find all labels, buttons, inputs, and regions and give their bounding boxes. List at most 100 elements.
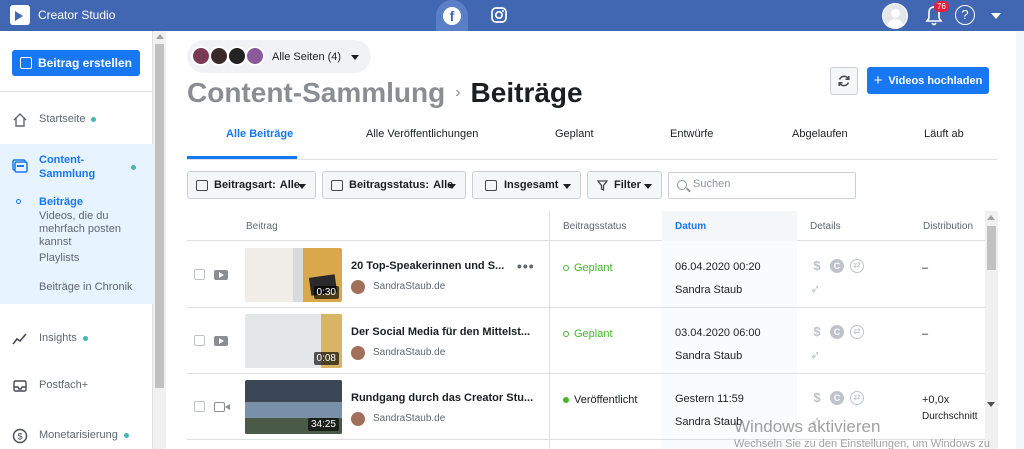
post-author: Sandra Staub (675, 284, 743, 296)
scroll-up-arrow-icon[interactable] (987, 215, 995, 220)
page-avatar (351, 280, 365, 294)
subitem-timeline-posts[interactable]: Beiträge in Chronik (39, 281, 133, 294)
sidebar-item-insights[interactable]: Insights (0, 326, 153, 351)
scroll-down-arrow-icon[interactable] (987, 402, 995, 407)
breadcrumb-parent[interactable]: Content-Sammlung (187, 77, 445, 109)
status-label: Geplant (574, 328, 613, 340)
chevron-down-icon (351, 55, 359, 60)
post-title[interactable]: Rundgang durch das Creator Stu... (351, 392, 541, 404)
thumbnail-collage (245, 248, 293, 302)
grid-icon (485, 180, 497, 191)
column-header-details[interactable]: Details (810, 221, 841, 232)
video-icon (214, 270, 228, 280)
tab-abgelaufen[interactable]: Abgelaufen (792, 128, 848, 140)
content-tabs: Alle Beiträge Alle Veröffentlichungen Ge… (187, 122, 997, 160)
refresh-button[interactable] (830, 67, 858, 95)
sidebar-item-monetarisierung[interactable]: $ Monetarisierung (0, 423, 153, 448)
column-header-post[interactable]: Beitrag (246, 221, 278, 232)
post-type-icon (196, 180, 208, 191)
boost-rocket-icon[interactable]: ➶ (810, 348, 824, 362)
page-avatar (227, 46, 247, 66)
row-checkbox[interactable] (194, 401, 205, 412)
table-row[interactable]: 0:08 Der Social Media für den Mittelst..… (187, 308, 985, 374)
scroll-up-arrow-icon[interactable] (156, 34, 164, 39)
sidebar-item-startseite[interactable]: Startseite (0, 104, 153, 134)
row-checkbox[interactable] (194, 269, 205, 280)
status-dot-icon (563, 265, 569, 271)
new-indicator-dot (82, 335, 88, 341)
tab-laeuft-ab[interactable]: Läuft ab (924, 128, 964, 140)
post-title[interactable]: 20 Top-Speakerinnen und S... (351, 260, 511, 272)
upload-videos-button[interactable]: + Videos hochladen (867, 67, 989, 94)
page-avatar (245, 46, 265, 66)
funnel-icon (597, 180, 608, 191)
post-source: SandraStaub.de (373, 347, 446, 358)
column-header-date[interactable]: Datum (662, 211, 797, 241)
upload-videos-label: Videos hochladen (888, 74, 983, 87)
help-icon[interactable]: ? (955, 5, 975, 25)
new-indicator-dot (123, 432, 129, 438)
brand[interactable]: Creator Studio (10, 5, 115, 25)
subitem-playlists[interactable]: Playlists (39, 252, 79, 265)
table-row[interactable]: 0:30 20 Top-Speakerinnen und S... ••• Sa… (187, 242, 985, 308)
post-title[interactable]: Der Social Media für den Mittelst... (351, 326, 541, 338)
sidebar-scroll-thumb[interactable] (155, 44, 164, 388)
chevron-down-icon (644, 184, 652, 189)
create-post-button[interactable]: Beitrag erstellen (12, 50, 140, 76)
video-thumbnail[interactable]: 0:08 (245, 314, 342, 368)
instagram-icon[interactable] (490, 6, 508, 24)
post-author: Sandra Staub (675, 416, 743, 428)
monetization-off-icon: $ (813, 258, 821, 273)
edit-icon (19, 57, 32, 69)
post-details: $ C ⇄ (810, 325, 864, 339)
table-scroll-thumb[interactable] (987, 226, 996, 270)
tab-entwuerfe[interactable]: Entwürfe (670, 128, 713, 140)
facebook-tab[interactable]: f (436, 0, 468, 31)
video-thumbnail[interactable]: 0:30 (245, 248, 342, 302)
search-icon (677, 180, 687, 190)
chart-icon (12, 333, 27, 345)
subitem-repost-videos[interactable]: Videos, die du mehrfach posten kannst (39, 210, 129, 249)
sidebar-item-label: Monetarisierung (39, 429, 118, 441)
page-scrollbar-track[interactable] (1016, 31, 1024, 449)
video-duration: 34:25 (307, 418, 339, 431)
status-dot-icon (563, 397, 569, 403)
copyright-icon: C (830, 259, 844, 273)
search-input[interactable] (693, 178, 843, 190)
notification-badge: 76 (934, 1, 949, 12)
table-header: Beitrag Beitragsstatus Datum Details Dis… (187, 211, 985, 241)
post-status-filter[interactable]: Beitragsstatus: Alle (322, 171, 466, 199)
page-avatar (191, 46, 211, 66)
tab-alle-beitraege[interactable]: Alle Beiträge (226, 128, 293, 140)
more-options-icon[interactable]: ••• (517, 258, 535, 274)
total-filter[interactable]: Insgesamt (472, 171, 581, 199)
profile-avatar[interactable] (882, 3, 908, 29)
page-avatar (351, 412, 365, 426)
post-status-icon (331, 180, 343, 191)
crosspost-icon: ⇄ (850, 325, 864, 339)
account-menu-caret-icon[interactable] (991, 13, 1001, 19)
video-duration: 0:30 (313, 286, 339, 299)
thumbnail-blank (245, 314, 321, 368)
column-header-status[interactable]: Beitragsstatus (563, 221, 626, 232)
breadcrumb: Content-Sammlung › Beiträge (187, 77, 583, 109)
column-header-distribution[interactable]: Distribution (923, 221, 973, 232)
sidebar-divider (0, 91, 153, 92)
filter-button[interactable]: Filter (587, 171, 662, 199)
status-dot-icon (563, 331, 569, 337)
subitem-beitraege[interactable]: Beiträge (39, 196, 83, 209)
tab-alle-veroeffentlichungen[interactable]: Alle Veröffentlichungen (366, 128, 478, 140)
sidebar-item-label: Postfach+ (39, 379, 89, 391)
pages-selector[interactable]: Alle Seiten (4) (187, 40, 371, 73)
video-thumbnail[interactable]: 34:25 (245, 380, 342, 434)
boost-rocket-icon[interactable]: ➶ (810, 282, 824, 296)
post-type-filter-value: Alle (279, 179, 300, 191)
breadcrumb-separator: › (455, 84, 461, 101)
tab-geplant[interactable]: Geplant (555, 128, 594, 140)
row-checkbox[interactable] (194, 335, 205, 346)
sidebar-item-postfach[interactable]: Postfach+ (0, 373, 153, 398)
sidebar-item-label: Startseite (39, 113, 86, 125)
page-avatar (209, 46, 229, 66)
windows-activation-watermark: Windows aktivieren Wechseln Sie zu den E… (734, 417, 990, 449)
post-type-filter[interactable]: Beitragsart: Alle (187, 171, 316, 199)
